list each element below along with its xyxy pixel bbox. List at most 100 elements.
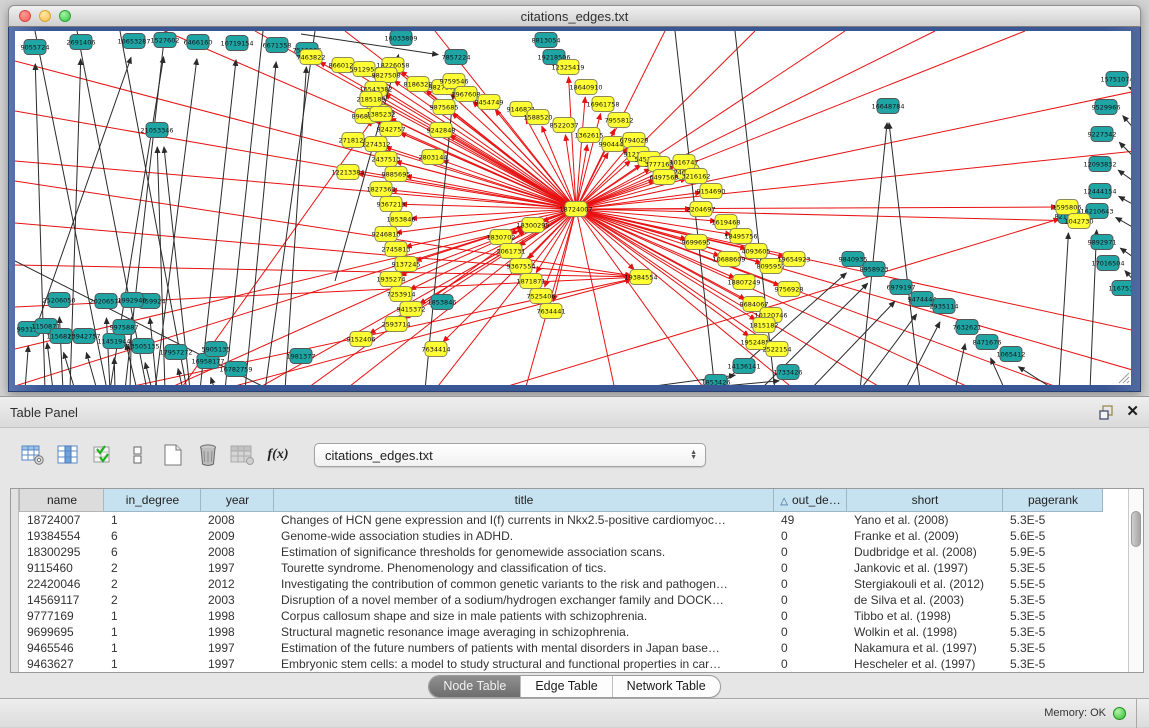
delete-column-icon[interactable] — [195, 442, 221, 468]
citation-node[interactable]: 6671358 — [263, 38, 292, 53]
selection-checks-icon[interactable] — [90, 442, 116, 468]
citation-network-graph[interactable]: 9055724269140610653287152760264661601071… — [15, 31, 1131, 385]
table-cell[interactable] — [1103, 656, 1128, 672]
citation-node[interactable]: 7632621 — [953, 320, 982, 335]
citation-node[interactable]: 16648784 — [871, 99, 904, 114]
table-cell[interactable]: 2009 — [201, 528, 274, 544]
citation-node[interactable]: 2691406 — [67, 35, 96, 50]
column-header-year[interactable]: year — [201, 489, 274, 512]
table-cell[interactable]: 0 — [774, 592, 847, 608]
table-vertical-scrollbar[interactable] — [1128, 489, 1143, 672]
table-cell[interactable]: 2 — [104, 592, 201, 608]
column-header-title[interactable]: title — [274, 489, 774, 512]
citation-node[interactable]: 7253914 — [387, 287, 416, 302]
citation-node[interactable]: 1042730 — [1065, 214, 1094, 229]
table-cell[interactable]: 9115460 — [20, 560, 104, 576]
citation-node[interactable]: 9242848 — [427, 123, 456, 138]
tab-network-table[interactable]: Network Table — [612, 676, 720, 697]
citation-node[interactable]: 9367213 — [377, 197, 406, 212]
table-cell[interactable]: 5.5E-5 — [1003, 576, 1103, 592]
zoom-window-button[interactable] — [59, 10, 71, 22]
citation-node[interactable]: 10719154 — [220, 36, 253, 51]
citation-node[interactable]: 1853426 — [702, 375, 731, 386]
citation-node[interactable]: 9892971 — [1088, 235, 1117, 250]
table-cell[interactable]: 5.6E-5 — [1003, 528, 1103, 544]
citation-node[interactable]: 18640910 — [569, 80, 602, 95]
table-cell[interactable]: Nakamura et al. (1997) — [847, 640, 1003, 656]
new-column-icon[interactable] — [160, 442, 186, 468]
column-header-name[interactable]: name — [20, 489, 104, 512]
citation-node[interactable]: 1827363 — [367, 182, 396, 197]
scrollbar-thumb[interactable] — [1131, 511, 1141, 547]
citation-node[interactable]: 6979197 — [887, 280, 916, 295]
column-header-out-degree[interactable]: △out_de… — [774, 489, 847, 512]
table-cell[interactable]: 2012 — [201, 576, 274, 592]
network-window-titlebar[interactable]: citations_edges.txt — [8, 5, 1141, 27]
citation-edge[interactable] — [145, 363, 152, 385]
citation-edge[interactable] — [1059, 233, 1068, 385]
citation-node[interactable]: 9154690 — [697, 184, 726, 199]
citation-node[interactable]: 7463822 — [297, 50, 326, 65]
citation-edge[interactable] — [810, 301, 895, 385]
citation-node[interactable]: 8813054 — [532, 33, 561, 48]
table-cell[interactable]: Corpus callosum shape and size in male p… — [274, 608, 774, 624]
table-cell[interactable]: 1 — [104, 656, 201, 672]
citation-node[interactable]: 9885695 — [382, 167, 411, 182]
citation-node[interactable]: 9367554 — [507, 259, 536, 274]
citation-node[interactable]: 7955812 — [605, 113, 634, 128]
citation-node[interactable]: 17016504 — [1091, 256, 1124, 271]
table-cell[interactable]: Embryonic stem cells: a model to study s… — [274, 656, 774, 672]
citation-edge[interactable] — [220, 280, 631, 385]
citation-edge[interactable] — [25, 346, 28, 385]
table-cell[interactable] — [1103, 512, 1128, 529]
citation-edge[interactable] — [211, 378, 215, 385]
table-cell[interactable]: Changes of HCN gene expression and I(f) … — [274, 512, 774, 529]
column-header-short[interactable]: short — [847, 489, 1003, 512]
citation-node[interactable]: 9415372 — [397, 302, 426, 317]
citation-edge[interactable] — [155, 59, 197, 385]
citation-node[interactable]: 1871871 — [517, 274, 546, 289]
citation-node[interactable]: 9227342 — [1088, 127, 1117, 142]
table-cell[interactable]: 9777169 — [20, 608, 104, 624]
table-selector-dropdown[interactable]: citations_edges.txt ▲▼ — [314, 443, 706, 467]
citation-node[interactable]: 15751074 — [1100, 72, 1131, 87]
citation-node[interactable]: 9875685 — [430, 100, 459, 115]
citation-node[interactable]: 6794028 — [620, 133, 649, 148]
table-cell[interactable]: 0 — [774, 624, 847, 640]
table-cell[interactable]: 2008 — [201, 544, 274, 560]
citation-node[interactable]: 14136141 — [727, 359, 760, 374]
citation-node[interactable]: 9529966 — [1092, 100, 1121, 115]
table-cell[interactable]: 0 — [774, 528, 847, 544]
citation-edge[interactable] — [576, 209, 1131, 371]
table-options-icon[interactable] — [20, 442, 46, 468]
citation-edge[interactable] — [225, 31, 263, 385]
table-cell[interactable]: 2003 — [201, 592, 274, 608]
table-cell[interactable]: 5.3E-5 — [1003, 608, 1103, 624]
table-cell[interactable]: Yano et al. (2008) — [847, 512, 1003, 529]
table-cell[interactable] — [1103, 576, 1128, 592]
citation-node[interactable]: 5905135 — [202, 342, 231, 357]
column-header-pagerank[interactable]: pagerank — [1003, 489, 1103, 512]
table-cell[interactable]: 49 — [774, 512, 847, 529]
citation-node[interactable]: 9055724 — [21, 40, 50, 55]
citation-node[interactable]: 1595806 — [1053, 200, 1082, 215]
table-cell[interactable]: 1997 — [201, 640, 274, 656]
table-cell[interactable]: 0 — [774, 576, 847, 592]
table-cell[interactable]: Franke et al. (2009) — [847, 528, 1003, 544]
citation-edge[interactable] — [1116, 217, 1131, 229]
table-cell[interactable]: 2 — [104, 576, 201, 592]
table-cell[interactable] — [1103, 528, 1128, 544]
table-cell[interactable]: Disruption of a novel member of a sodium… — [274, 592, 774, 608]
citation-edge[interactable] — [576, 209, 1065, 385]
citation-edge[interactable] — [15, 61, 576, 209]
table-cell[interactable]: 22420046 — [20, 576, 104, 592]
citation-node[interactable]: 1830702 — [487, 230, 516, 245]
citation-node[interactable]: 18495756 — [724, 229, 757, 244]
table-cell[interactable]: 9465546 — [20, 640, 104, 656]
citation-node[interactable]: 12093832 — [1083, 157, 1116, 172]
column-header-in-degree[interactable]: in_degree — [104, 489, 201, 512]
citation-edge[interactable] — [1129, 87, 1131, 91]
citation-edge[interactable] — [1119, 142, 1131, 159]
citation-node[interactable]: 1527602 — [151, 33, 180, 48]
column-visibility-icon[interactable] — [55, 442, 81, 468]
